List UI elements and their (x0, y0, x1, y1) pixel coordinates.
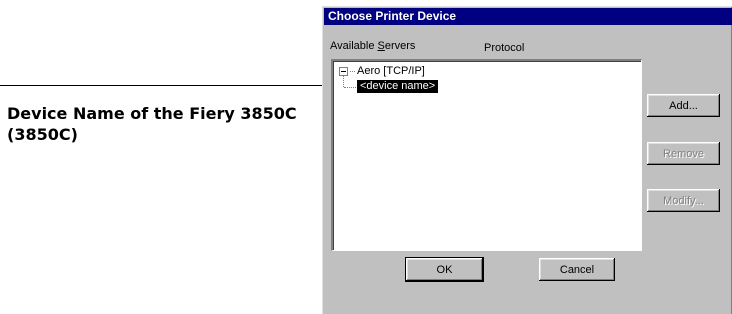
tree-item-device-name[interactable]: <device name> (357, 80, 439, 93)
callout-label-line1: Device Name of the Fiery 3850C (7, 104, 297, 123)
dialog-title: Choose Printer Device (324, 8, 732, 25)
callout-label-line2: (3850C) (7, 125, 78, 144)
modify-button[interactable]: Modify... (647, 189, 720, 212)
callout-label: Device Name of the Fiery 3850C (3850C) (7, 103, 297, 145)
remove-button[interactable]: Remove (647, 142, 720, 165)
tree-item-aero[interactable]: Aero [TCP/IP] (339, 65, 425, 78)
ok-button[interactable]: OK (405, 257, 484, 282)
cancel-button[interactable]: Cancel (539, 258, 615, 281)
available-servers-label-suffix: ervers (384, 40, 416, 52)
choose-printer-device-dialog: Choose Printer Device Available Servers … (322, 6, 732, 314)
tree-connector-vertical (343, 75, 344, 87)
callout-leader-line (0, 85, 362, 86)
tree-connector-horizontal (344, 87, 356, 88)
tree-item-aero-label: Aero [TCP/IP] (357, 65, 425, 77)
available-servers-label-prefix: Available (330, 40, 378, 52)
available-servers-label: Available Servers (330, 40, 415, 52)
tree-connector (350, 71, 355, 72)
available-servers-label-accel: S (377, 40, 385, 52)
servers-tree-listbox[interactable]: Aero [TCP/IP] <device name> (331, 59, 642, 251)
add-button[interactable]: Add... (647, 94, 720, 117)
protocol-label: Protocol (484, 42, 525, 54)
